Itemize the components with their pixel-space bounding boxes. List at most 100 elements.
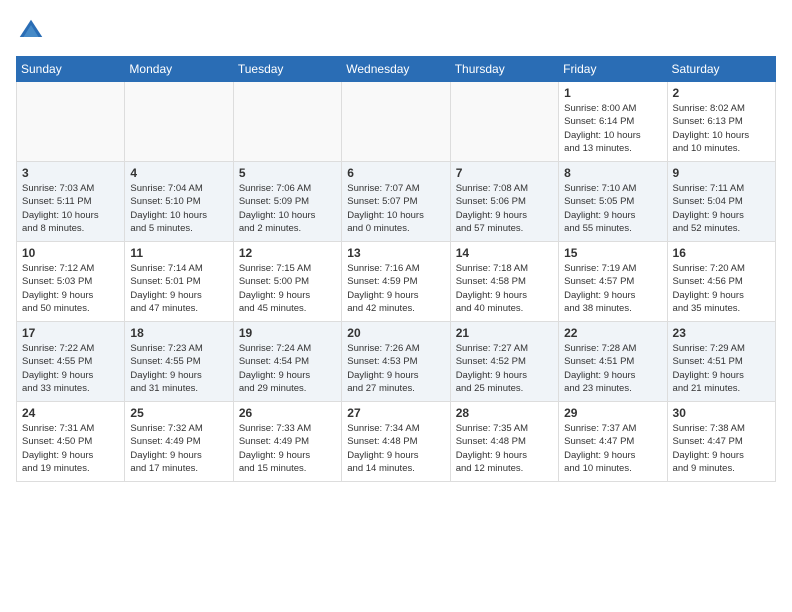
calendar-cell: 18 Sunrise: 7:23 AM Sunset: 4:55 PM Dayli… (125, 322, 233, 402)
day-info: Sunrise: 7:11 AM Sunset: 5:04 PM Dayligh… (673, 182, 770, 235)
day-info: Sunrise: 7:26 AM Sunset: 4:53 PM Dayligh… (347, 342, 444, 395)
calendar-cell (342, 82, 450, 162)
calendar-cell: 24 Sunrise: 7:31 AM Sunset: 4:50 PM Dayli… (17, 402, 125, 482)
day-number: 16 (673, 246, 770, 260)
calendar-week-5: 24 Sunrise: 7:31 AM Sunset: 4:50 PM Dayli… (17, 402, 776, 482)
calendar-header-thursday: Thursday (450, 57, 558, 82)
day-info: Sunrise: 7:38 AM Sunset: 4:47 PM Dayligh… (673, 422, 770, 475)
day-info: Sunrise: 7:08 AM Sunset: 5:06 PM Dayligh… (456, 182, 553, 235)
calendar-cell: 11 Sunrise: 7:14 AM Sunset: 5:01 PM Dayli… (125, 242, 233, 322)
day-info: Sunrise: 7:10 AM Sunset: 5:05 PM Dayligh… (564, 182, 661, 235)
calendar-header-monday: Monday (125, 57, 233, 82)
day-number: 15 (564, 246, 661, 260)
calendar-cell: 26Sunrise: 7:33 AM Sunset: 4:49 PM Dayli… (233, 402, 341, 482)
calendar-cell: 6Sunrise: 7:07 AM Sunset: 5:07 PM Daylig… (342, 162, 450, 242)
calendar-cell: 19 Sunrise: 7:24 AM Sunset: 4:54 PM Dayli… (233, 322, 341, 402)
day-number: 11 (130, 246, 227, 260)
calendar-cell: 23 Sunrise: 7:29 AM Sunset: 4:51 PM Dayli… (667, 322, 775, 402)
calendar-cell: 1 Sunrise: 8:00 AM Sunset: 6:14 PM Daylig… (559, 82, 667, 162)
day-number: 1 (564, 86, 661, 100)
calendar-header-row: SundayMondayTuesdayWednesdayThursdayFrid… (17, 57, 776, 82)
day-number: 26 (239, 406, 336, 420)
calendar-cell: 8 Sunrise: 7:10 AM Sunset: 5:05 PM Daylig… (559, 162, 667, 242)
day-info: Sunrise: 7:28 AM Sunset: 4:51 PM Dayligh… (564, 342, 661, 395)
logo (16, 16, 50, 46)
day-info: Sunrise: 7:22 AM Sunset: 4:55 PM Dayligh… (22, 342, 119, 395)
calendar-header-sunday: Sunday (17, 57, 125, 82)
day-number: 13 (347, 246, 444, 260)
calendar-cell: 28Sunrise: 7:35 AM Sunset: 4:48 PM Dayli… (450, 402, 558, 482)
day-number: 8 (564, 166, 661, 180)
calendar-cell: 5 Sunrise: 7:06 AM Sunset: 5:09 PM Daylig… (233, 162, 341, 242)
calendar-cell (233, 82, 341, 162)
calendar-cell: 15 Sunrise: 7:19 AM Sunset: 4:57 PM Dayli… (559, 242, 667, 322)
day-info: Sunrise: 7:14 AM Sunset: 5:01 PM Dayligh… (130, 262, 227, 315)
calendar-week-4: 17 Sunrise: 7:22 AM Sunset: 4:55 PM Dayli… (17, 322, 776, 402)
calendar-cell: 30 Sunrise: 7:38 AM Sunset: 4:47 PM Dayli… (667, 402, 775, 482)
day-number: 12 (239, 246, 336, 260)
header (16, 16, 776, 46)
calendar-cell: 17 Sunrise: 7:22 AM Sunset: 4:55 PM Dayli… (17, 322, 125, 402)
day-number: 20 (347, 326, 444, 340)
day-number: 19 (239, 326, 336, 340)
day-info: Sunrise: 8:00 AM Sunset: 6:14 PM Dayligh… (564, 102, 661, 155)
day-number: 2 (673, 86, 770, 100)
day-number: 25 (130, 406, 227, 420)
calendar-cell: 10 Sunrise: 7:12 AM Sunset: 5:03 PM Dayli… (17, 242, 125, 322)
calendar-header-tuesday: Tuesday (233, 57, 341, 82)
calendar-cell (125, 82, 233, 162)
calendar-cell: 27 Sunrise: 7:34 AM Sunset: 4:48 PM Dayli… (342, 402, 450, 482)
day-info: Sunrise: 7:27 AM Sunset: 4:52 PM Dayligh… (456, 342, 553, 395)
day-number: 18 (130, 326, 227, 340)
day-number: 14 (456, 246, 553, 260)
day-info: Sunrise: 7:20 AM Sunset: 4:56 PM Dayligh… (673, 262, 770, 315)
day-number: 21 (456, 326, 553, 340)
calendar-week-1: 1 Sunrise: 8:00 AM Sunset: 6:14 PM Daylig… (17, 82, 776, 162)
calendar-cell: 12Sunrise: 7:15 AM Sunset: 5:00 PM Dayli… (233, 242, 341, 322)
day-number: 24 (22, 406, 119, 420)
calendar-table: SundayMondayTuesdayWednesdayThursdayFrid… (16, 56, 776, 482)
day-number: 9 (673, 166, 770, 180)
day-info: Sunrise: 7:12 AM Sunset: 5:03 PM Dayligh… (22, 262, 119, 315)
day-info: Sunrise: 8:02 AM Sunset: 6:13 PM Dayligh… (673, 102, 770, 155)
day-info: Sunrise: 7:03 AM Sunset: 5:11 PM Dayligh… (22, 182, 119, 235)
day-number: 3 (22, 166, 119, 180)
calendar-cell: 14Sunrise: 7:18 AM Sunset: 4:58 PM Dayli… (450, 242, 558, 322)
calendar-cell (450, 82, 558, 162)
calendar-cell: 4 Sunrise: 7:04 AM Sunset: 5:10 PM Daylig… (125, 162, 233, 242)
day-number: 17 (22, 326, 119, 340)
day-info: Sunrise: 7:34 AM Sunset: 4:48 PM Dayligh… (347, 422, 444, 475)
calendar-cell: 13 Sunrise: 7:16 AM Sunset: 4:59 PM Dayli… (342, 242, 450, 322)
day-number: 7 (456, 166, 553, 180)
day-info: Sunrise: 7:29 AM Sunset: 4:51 PM Dayligh… (673, 342, 770, 395)
calendar-week-2: 3 Sunrise: 7:03 AM Sunset: 5:11 PM Daylig… (17, 162, 776, 242)
calendar-cell: 25 Sunrise: 7:32 AM Sunset: 4:49 PM Dayli… (125, 402, 233, 482)
calendar-cell: 3 Sunrise: 7:03 AM Sunset: 5:11 PM Daylig… (17, 162, 125, 242)
day-number: 5 (239, 166, 336, 180)
calendar-cell: 21 Sunrise: 7:27 AM Sunset: 4:52 PM Dayli… (450, 322, 558, 402)
calendar-header-friday: Friday (559, 57, 667, 82)
day-info: Sunrise: 7:04 AM Sunset: 5:10 PM Dayligh… (130, 182, 227, 235)
day-info: Sunrise: 7:31 AM Sunset: 4:50 PM Dayligh… (22, 422, 119, 475)
calendar-cell: 29Sunrise: 7:37 AM Sunset: 4:47 PM Dayli… (559, 402, 667, 482)
calendar-cell: 7 Sunrise: 7:08 AM Sunset: 5:06 PM Daylig… (450, 162, 558, 242)
calendar-header-wednesday: Wednesday (342, 57, 450, 82)
day-number: 30 (673, 406, 770, 420)
day-number: 10 (22, 246, 119, 260)
calendar-cell: 22Sunrise: 7:28 AM Sunset: 4:51 PM Dayli… (559, 322, 667, 402)
calendar-cell (17, 82, 125, 162)
day-number: 4 (130, 166, 227, 180)
calendar-cell: 9 Sunrise: 7:11 AM Sunset: 5:04 PM Daylig… (667, 162, 775, 242)
day-number: 27 (347, 406, 444, 420)
calendar-cell: 16 Sunrise: 7:20 AM Sunset: 4:56 PM Dayli… (667, 242, 775, 322)
day-info: Sunrise: 7:24 AM Sunset: 4:54 PM Dayligh… (239, 342, 336, 395)
day-info: Sunrise: 7:23 AM Sunset: 4:55 PM Dayligh… (130, 342, 227, 395)
day-info: Sunrise: 7:19 AM Sunset: 4:57 PM Dayligh… (564, 262, 661, 315)
day-number: 23 (673, 326, 770, 340)
page: SundayMondayTuesdayWednesdayThursdayFrid… (0, 0, 792, 492)
calendar-cell: 20 Sunrise: 7:26 AM Sunset: 4:53 PM Dayli… (342, 322, 450, 402)
day-info: Sunrise: 7:06 AM Sunset: 5:09 PM Dayligh… (239, 182, 336, 235)
day-info: Sunrise: 7:16 AM Sunset: 4:59 PM Dayligh… (347, 262, 444, 315)
day-info: Sunrise: 7:32 AM Sunset: 4:49 PM Dayligh… (130, 422, 227, 475)
calendar-week-3: 10 Sunrise: 7:12 AM Sunset: 5:03 PM Dayli… (17, 242, 776, 322)
